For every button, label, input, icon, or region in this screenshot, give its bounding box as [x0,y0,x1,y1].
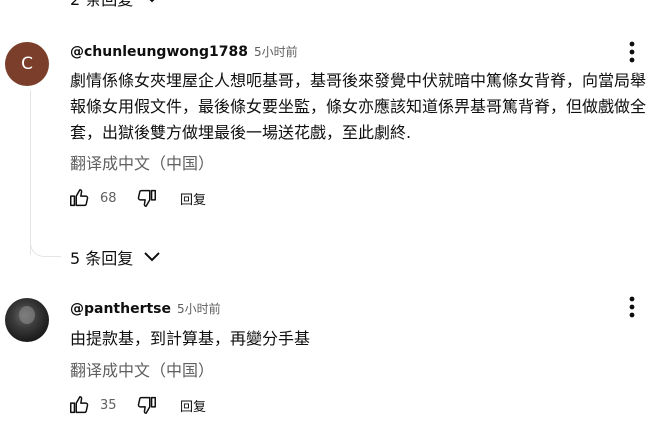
thumbs-up-icon[interactable] [68,394,90,416]
avatar-figure [19,306,35,324]
comment-actions: 35 回复 [68,394,206,416]
avatar[interactable] [5,298,49,342]
translate-link[interactable]: 翻译成中文（中国） [70,150,214,174]
replies-toggle-top[interactable]: 2 条回复 [70,0,161,10]
comment-actions: 68 回复 [68,187,206,209]
comment-header: @chunleungwong1788 5小时前 [70,43,298,60]
replies-toggle-label: 2 条回复 [70,0,133,10]
thumbs-up-icon[interactable] [68,187,90,209]
comment-time[interactable]: 5小时前 [177,300,221,317]
like-count: 35 [100,397,117,413]
chevron-down-icon [143,0,161,4]
thread-connector [30,226,61,257]
comment-time[interactable]: 5小时前 [254,43,298,60]
author-name[interactable]: @chunleungwong1788 [70,44,248,60]
replies-toggle[interactable]: 5 条回复 [70,245,161,269]
chevron-down-icon [143,251,161,263]
reply-button[interactable]: 回复 [180,396,206,415]
translate-link[interactable]: 翻译成中文（中国） [70,357,214,381]
more-vert-icon[interactable] [622,295,642,319]
avatar-letter: C [21,54,33,74]
comment-text: 由提款基，到計算基，再變分手基 [70,329,311,348]
thumbs-down-icon[interactable] [136,187,158,209]
thumbs-down-icon[interactable] [136,394,158,416]
more-vert-icon[interactable] [622,40,642,64]
comment-text: 劇情係條女夾埋屋企人想呃基哥，基哥後來發覺中伏就暗中篤條女背脊，向當局舉報條女用… [70,71,647,142]
replies-toggle-label: 5 条回复 [70,249,134,268]
avatar[interactable]: C [5,42,49,86]
like-count: 68 [100,190,117,206]
reply-button[interactable]: 回复 [180,189,206,208]
comment-header: @panthertse 5小时前 [70,300,221,317]
author-name[interactable]: @panthertse [70,301,171,317]
